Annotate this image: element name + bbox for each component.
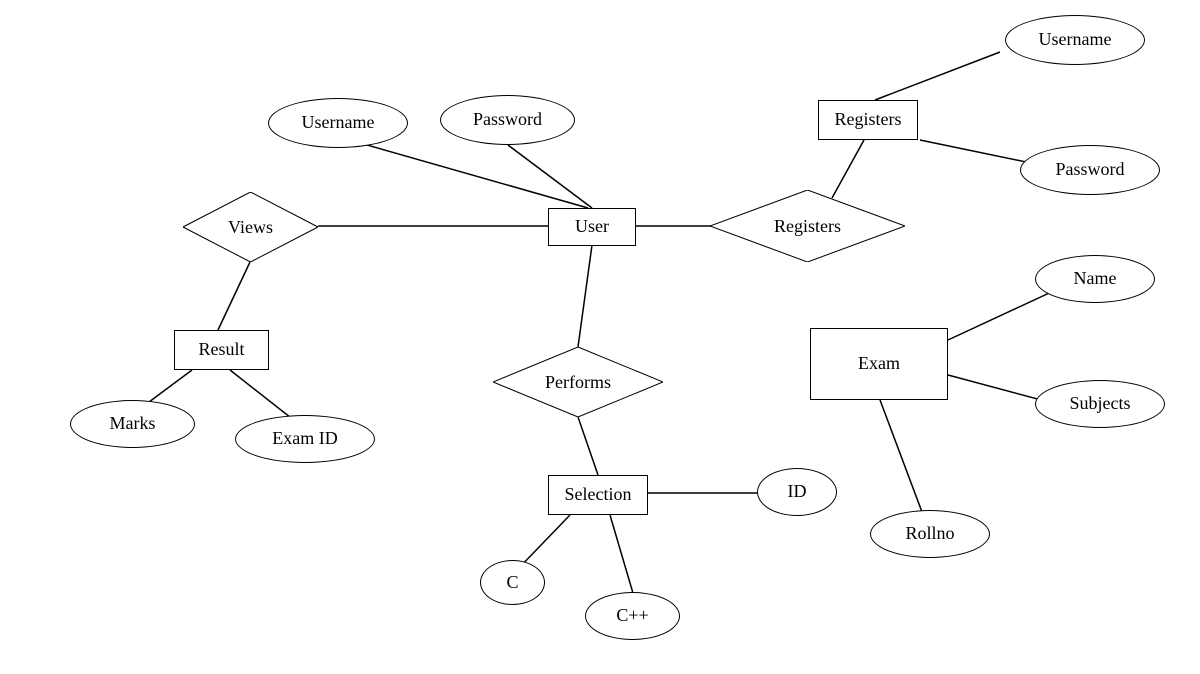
relationship-views-label: Views xyxy=(228,217,273,238)
attribute-exam-name: Name xyxy=(1035,255,1155,303)
attribute-exam-rollno-label: Rollno xyxy=(905,524,954,544)
relationship-views: Views xyxy=(183,192,318,262)
entity-result-label: Result xyxy=(198,340,244,360)
relationship-performs: Performs xyxy=(493,347,663,417)
attribute-user-password-label: Password xyxy=(473,110,542,130)
entity-result: Result xyxy=(174,330,269,370)
er-diagram: User Result Selection Exam Registers Vie… xyxy=(0,0,1200,674)
attribute-reg-password: Password xyxy=(1020,145,1160,195)
entity-selection-label: Selection xyxy=(565,485,632,505)
entity-registers: Registers xyxy=(818,100,918,140)
attribute-reg-username: Username xyxy=(1005,15,1145,65)
entity-user-label: User xyxy=(575,217,609,237)
attribute-user-username: Username xyxy=(268,98,408,148)
attribute-exam-subjects: Subjects xyxy=(1035,380,1165,428)
attribute-result-marks: Marks xyxy=(70,400,195,448)
attribute-selection-c-label: C xyxy=(506,573,518,593)
attribute-selection-cpp-label: C++ xyxy=(616,606,648,626)
attribute-selection-id: ID xyxy=(757,468,837,516)
attribute-user-username-label: Username xyxy=(302,113,375,133)
relationship-performs-label: Performs xyxy=(545,372,611,393)
attribute-selection-c: C xyxy=(480,560,545,605)
attribute-reg-username-label: Username xyxy=(1039,30,1112,50)
attribute-user-password: Password xyxy=(440,95,575,145)
attribute-exam-subjects-label: Subjects xyxy=(1070,394,1131,414)
attribute-result-marks-label: Marks xyxy=(110,414,156,434)
relationship-registers: Registers xyxy=(710,190,905,262)
entity-user: User xyxy=(548,208,636,246)
attribute-result-examid: Exam ID xyxy=(235,415,375,463)
attribute-selection-id-label: ID xyxy=(788,482,807,502)
entity-exam: Exam xyxy=(810,328,948,400)
entity-exam-label: Exam xyxy=(858,354,900,374)
entity-registers-label: Registers xyxy=(835,110,902,130)
attribute-exam-rollno: Rollno xyxy=(870,510,990,558)
relationship-registers-label: Registers xyxy=(774,216,841,237)
entity-selection: Selection xyxy=(548,475,648,515)
attribute-reg-password-label: Password xyxy=(1055,160,1124,180)
attribute-exam-name-label: Name xyxy=(1074,269,1117,289)
attribute-selection-cpp: C++ xyxy=(585,592,680,640)
attribute-result-examid-label: Exam ID xyxy=(272,429,337,449)
